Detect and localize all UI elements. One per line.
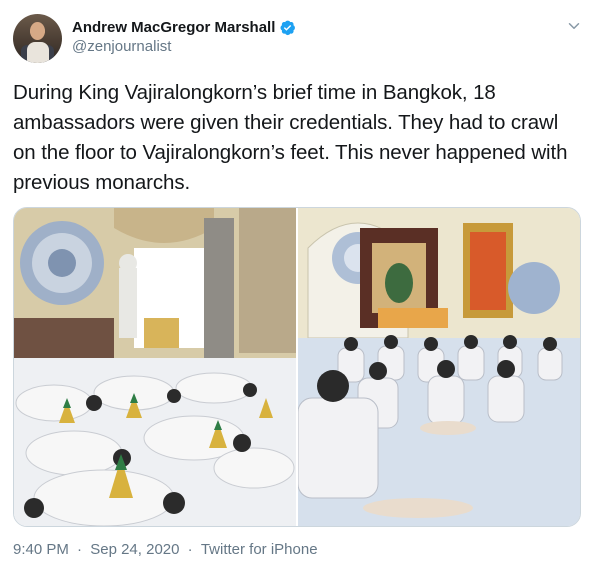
photo-left[interactable] xyxy=(14,208,296,526)
verified-badge-icon xyxy=(280,20,296,35)
avatar-shirt xyxy=(27,42,49,63)
chevron-down-icon[interactable] xyxy=(565,17,583,35)
tweet-date[interactable]: Sep 24, 2020 xyxy=(90,541,179,558)
tweet-card: Andrew MacGregor Marshall @zenjournalist… xyxy=(0,0,593,564)
footer-separator-2: · xyxy=(187,541,193,558)
author-handle[interactable]: @zenjournalist xyxy=(72,38,171,55)
photo-right-illustration xyxy=(298,208,580,526)
avatar-head xyxy=(30,22,45,40)
photo-left-illustration xyxy=(14,208,296,526)
tweet-text: During King Vajiralongkorn’s brief time … xyxy=(13,81,568,194)
author-name-row[interactable]: Andrew MacGregor Marshall xyxy=(72,17,296,37)
media-grid[interactable] xyxy=(13,207,581,527)
photo-right[interactable] xyxy=(298,208,580,526)
avatar[interactable] xyxy=(13,14,62,63)
footer-separator: · xyxy=(77,541,83,558)
tweet-source[interactable]: Twitter for iPhone xyxy=(201,541,318,558)
tweet-footer: 9:40 PM · Sep 24, 2020 · Twitter for iPh… xyxy=(13,541,318,558)
author-display-name[interactable]: Andrew MacGregor Marshall xyxy=(72,19,275,36)
tweet-time[interactable]: 9:40 PM xyxy=(13,541,69,558)
